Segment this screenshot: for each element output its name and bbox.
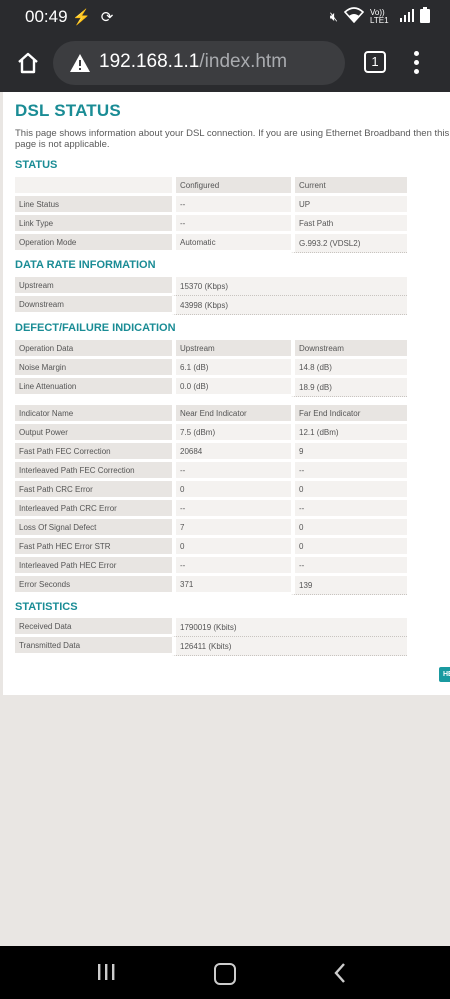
table-row: Fast Path CRC Error 0 0 — [15, 481, 407, 500]
clock: 00:49 — [25, 7, 68, 26]
table-row: Received Data 1790019 (Kbits) — [15, 618, 407, 637]
table-row: Link Type -- Fast Path — [15, 215, 407, 234]
data-saver-icon: ⚡ — [72, 9, 91, 26]
sync-icon: ⟳ — [100, 9, 114, 26]
status-heading: STATUS — [15, 159, 58, 171]
indicator-table: Indicator Name Near End Indicator Far En… — [15, 405, 407, 595]
home-icon — [18, 52, 38, 74]
operation-data-table: Operation Data Upstream Downstream Noise… — [15, 340, 407, 397]
table-row: Line Status -- UP — [15, 196, 407, 215]
address-bar[interactable]: 192.168.1.1/index.htm — [53, 41, 345, 85]
table-row: Loss Of Signal Defect 7 0 — [15, 519, 407, 538]
statistics-heading: STATISTICS — [15, 601, 78, 613]
table-row: Transmitted Data 126411 (Kbits) — [15, 637, 407, 656]
statistics-table: Received Data 1790019 (Kbits) Transmitte… — [15, 618, 407, 656]
defect-heading: DEFECT/FAILURE INDICATION — [15, 322, 176, 334]
more-menu-icon[interactable] — [411, 51, 421, 77]
mute-icon: 🔇︎ — [329, 8, 338, 24]
table-row: Operation Mode Automatic G.993.2 (VDSL2) — [15, 234, 407, 253]
table-row: Upstream 15370 (Kbps) — [15, 277, 407, 296]
page-description: This page shows information about your D… — [15, 128, 450, 150]
table-row: Noise Margin 6.1 (dB) 14.8 (dB) — [15, 359, 407, 378]
table-row: Downstream 43998 (Kbps) — [15, 296, 407, 315]
browser-toolbar: 192.168.1.1/index.htm 1 — [0, 34, 450, 92]
table-row: Fast Path FEC Correction 20684 9 — [15, 443, 407, 462]
page-title: DSL STATUS — [15, 101, 121, 120]
table-row: Error Seconds 371 139 — [15, 576, 407, 595]
warning-icon[interactable] — [69, 52, 91, 74]
status-table: Configured Current Line Status -- UP Lin… — [15, 177, 407, 253]
table-header-row: Indicator Name Near End Indicator Far En… — [15, 405, 407, 424]
signal-icon — [400, 8, 414, 25]
table-row: Interleaved Path FEC Correction -- -- — [15, 462, 407, 481]
table-row: Fast Path HEC Error STR 0 0 — [15, 538, 407, 557]
tab-switcher-button[interactable]: 1 — [364, 51, 386, 73]
web-page: DSL STATUS This page shows information a… — [3, 92, 450, 695]
lte-indicator: Vo)) LTE1 — [370, 7, 389, 25]
back-icon[interactable] — [333, 963, 347, 983]
system-status-bar: 00:49 ⚡ ⟳ 🔇︎ Vo)) LTE1 — [0, 0, 450, 34]
system-navigation-bar — [0, 946, 450, 999]
wifi-icon — [343, 7, 365, 26]
data-rate-table: Upstream 15370 (Kbps) Downstream 43998 (… — [15, 277, 407, 315]
recent-apps-icon[interactable] — [97, 964, 115, 980]
table-row: Output Power 7.5 (dBm) 12.1 (dBm) — [15, 424, 407, 443]
table-header-row: Configured Current — [15, 177, 407, 196]
table-header-row: Operation Data Upstream Downstream — [15, 340, 407, 359]
url-text[interactable]: 192.168.1.1/index.htm — [99, 51, 287, 73]
table-row: Interleaved Path HEC Error -- -- — [15, 557, 407, 576]
data-rate-heading: DATA RATE INFORMATION — [15, 259, 156, 271]
home-button[interactable] — [14, 49, 42, 77]
table-row: Interleaved Path CRC Error -- -- — [15, 500, 407, 519]
table-row: Line Attenuation 0.0 (dB) 18.9 (dB) — [15, 378, 407, 397]
battery-icon — [420, 7, 430, 26]
help-button[interactable]: HE — [439, 667, 450, 682]
home-nav-icon[interactable] — [214, 963, 236, 985]
